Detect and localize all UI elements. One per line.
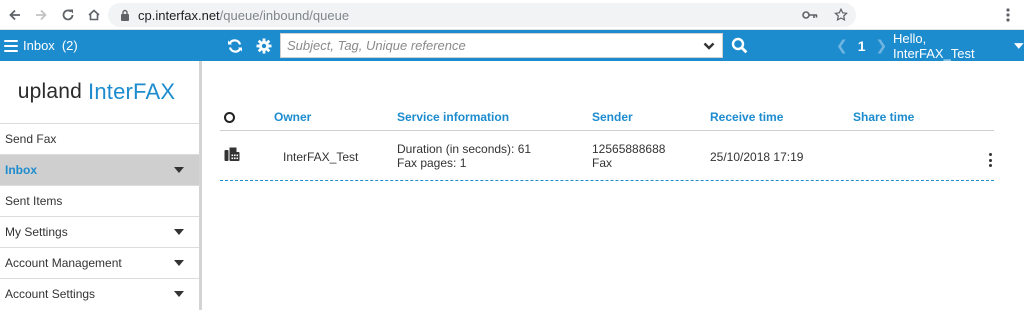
reload-icon	[62, 9, 74, 21]
fax-icon	[224, 147, 240, 161]
column-header-receive-time[interactable]: Receive time	[710, 103, 783, 131]
cell-sender: 12565888688 Fax	[592, 142, 665, 170]
column-header-share-time[interactable]: Share time	[853, 103, 914, 131]
caret-down-icon	[174, 260, 184, 266]
previous-page-icon[interactable]: ❮	[836, 37, 848, 54]
url-path: /queue/inbound/queue	[219, 7, 350, 23]
refresh-icon	[228, 38, 242, 53]
more-vert-icon	[1006, 8, 1010, 22]
sidebar-item-sent-items[interactable]: Sent Items	[0, 185, 199, 216]
star-icon[interactable]	[834, 8, 848, 22]
search-options-dropdown[interactable]	[696, 34, 722, 57]
back-button[interactable]	[2, 0, 28, 30]
arrow-left-icon	[9, 9, 20, 21]
sidebar-item-label: Sent Items	[5, 194, 63, 208]
cell-owner: InterFAX_Test	[283, 150, 359, 164]
pagination: ❮ 1 ❯	[836, 30, 887, 61]
browser-menu-button[interactable]	[998, 0, 1018, 30]
cell-service-information: Duration (in seconds): 61 Fax pages: 1	[397, 142, 531, 170]
cell-duration: Duration (in seconds): 61	[397, 142, 532, 156]
sidebar-item-label: My Settings	[5, 225, 68, 239]
user-menu[interactable]: Hello, InterFAX_Test	[893, 30, 1024, 61]
key-icon[interactable]	[802, 9, 818, 21]
browser-toolbar: cp.interfax.net/queue/inbound/queue	[0, 0, 1024, 30]
select-all-checkbox[interactable]	[224, 112, 235, 123]
kebab-icon	[989, 153, 992, 156]
caret-down-icon	[174, 229, 184, 235]
chevron-down-icon	[703, 42, 715, 50]
caret-down-icon	[1014, 42, 1024, 49]
inbox-count: (2)	[61, 38, 78, 53]
column-header-owner[interactable]: Owner	[274, 103, 311, 131]
row-actions-menu[interactable]	[989, 153, 993, 167]
inbox-title: Inbox	[23, 38, 55, 53]
sidebar: upland InterFAX Send Fax Inbox Sent Items…	[0, 61, 202, 310]
home-icon	[88, 9, 100, 21]
search-field	[280, 33, 723, 58]
cell-receive-time: 25/10/2018 17:19	[710, 150, 804, 164]
sidebar-item-label: Account Settings	[5, 287, 96, 301]
search-button[interactable]	[731, 30, 748, 61]
caret-down-icon	[174, 291, 184, 297]
inbox-table: Owner Service information Sender Receive…	[205, 61, 1024, 310]
column-header-sender[interactable]: Sender	[592, 103, 633, 131]
upland-interfax-logo[interactable]: upland InterFAX	[0, 61, 199, 123]
sidebar-item-send-fax[interactable]: Send Fax	[0, 123, 199, 154]
search-icon	[731, 37, 748, 54]
table-row[interactable]: InterFAX_Test Duration (in seconds): 61 …	[220, 132, 994, 181]
sidebar-item-my-settings[interactable]: My Settings	[0, 216, 199, 247]
home-button[interactable]	[81, 0, 107, 30]
lock-icon	[121, 9, 129, 21]
cell-sender-type: Fax	[592, 156, 613, 170]
cell-sender-number: 12565888688	[592, 142, 666, 156]
cell-fax-pages: Fax pages: 1	[397, 156, 467, 170]
sidebar-item-label: Inbox	[5, 163, 37, 177]
sidebar-item-label: Send Fax	[5, 132, 57, 146]
hamburger-icon	[4, 39, 18, 52]
url-host: cp.interfax.net	[138, 7, 220, 23]
sidebar-item-account-settings[interactable]: Account Settings	[0, 278, 199, 309]
forward-button[interactable]	[28, 0, 54, 30]
column-header-service-information[interactable]: Service information	[397, 103, 509, 131]
app-header: Inbox (2) ❮ 1 ❯ Hello, InterFAX_Test	[0, 30, 1024, 61]
address-actions	[802, 3, 848, 27]
arrow-right-icon	[36, 9, 47, 21]
gear-icon	[256, 38, 272, 53]
sidebar-item-account-management[interactable]: Account Management	[0, 247, 199, 278]
caret-down-icon	[174, 167, 184, 173]
user-greeting: Hello, InterFAX_Test	[893, 30, 975, 61]
sidebar-item-inbox[interactable]: Inbox	[0, 154, 199, 185]
sidebar-item-label: Account Management	[5, 256, 122, 270]
reload-button[interactable]	[55, 0, 81, 30]
search-input[interactable]	[287, 38, 696, 53]
page-number: 1	[857, 37, 866, 54]
next-page-icon[interactable]: ❯	[876, 37, 888, 54]
inbox-menu-toggle[interactable]: Inbox (2)	[4, 30, 78, 61]
table-header: Owner Service information Sender Receive…	[220, 103, 994, 131]
address-bar[interactable]: cp.interfax.net/queue/inbound/queue	[108, 3, 856, 27]
settings-button[interactable]	[256, 30, 272, 61]
refresh-button[interactable]	[227, 30, 243, 61]
